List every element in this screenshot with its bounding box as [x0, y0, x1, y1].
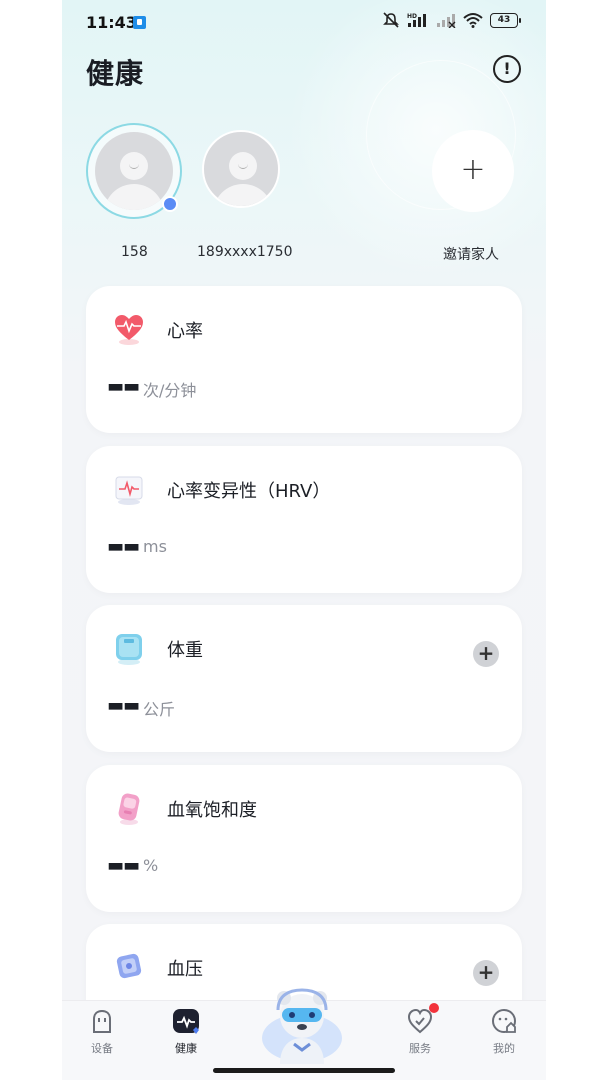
avatar: [202, 130, 280, 208]
service-badge-dot: [429, 1003, 439, 1013]
health-screen: 11:43 HD 43 健康 ! 158 189xxxx1750 + 邀请家人 …: [62, 0, 546, 1080]
status-bar: 11:43 HD 43: [62, 0, 546, 44]
health-icon: [173, 1009, 199, 1034]
tab-label: 服务: [409, 1042, 431, 1055]
battery-icon: 43: [490, 12, 521, 28]
plus-icon: +: [460, 152, 486, 187]
mute-icon: [383, 12, 399, 28]
invite-family-button[interactable]: +: [432, 130, 514, 212]
add-blood-pressure-button[interactable]: +: [473, 960, 499, 986]
member-avatar[interactable]: [202, 130, 280, 208]
avatar-body: [104, 184, 164, 210]
wifi-icon: [463, 13, 483, 28]
member-name[interactable]: 189xxxx1750: [197, 244, 293, 260]
card-unit: ms: [143, 537, 167, 556]
avatar: [95, 132, 173, 210]
card-value: ▬▬: [107, 376, 140, 397]
heart-rate-icon: [115, 315, 143, 345]
blood-pressure-icon: [116, 953, 142, 979]
avatar-body: [213, 184, 273, 206]
signal-icon: [437, 14, 456, 28]
tab-service[interactable]: 服务: [390, 1007, 450, 1056]
page-title: 健康: [86, 57, 145, 90]
card-value: ▬▬: [107, 536, 140, 557]
home-indicator[interactable]: [213, 1068, 395, 1073]
tab-device[interactable]: 设备: [72, 1007, 132, 1056]
invite-family-label[interactable]: 邀请家人: [443, 244, 499, 264]
card-title: 心率: [167, 321, 203, 342]
hrv-icon: [115, 476, 143, 505]
status-time: 11:43: [86, 13, 137, 32]
svg-text:HD: HD: [407, 13, 417, 20]
hrv-card[interactable]: 心率变异性（HRV） ▬▬ ms: [86, 446, 522, 593]
selected-indicator: [162, 196, 178, 212]
hd-signal-icon: HD: [407, 13, 426, 27]
card-title: 血压: [167, 959, 203, 980]
weight-scale-icon: [116, 634, 142, 665]
add-weight-button[interactable]: +: [473, 641, 499, 667]
profile-icon: [492, 1009, 516, 1033]
tab-label: 设备: [91, 1042, 113, 1055]
blood-oxygen-card[interactable]: 血氧饱和度 ▬▬ %: [86, 765, 522, 912]
blood-oxygen-icon: [118, 793, 140, 825]
status-icons: HD 43: [382, 12, 521, 28]
card-title: 心率变异性（HRV）: [167, 481, 331, 502]
device-icon: [93, 1009, 111, 1033]
assistant-mascot-button[interactable]: [260, 980, 344, 1064]
heart-rate-card[interactable]: 心率 ▬▬ 次/分钟: [86, 286, 522, 433]
info-icon[interactable]: !: [493, 55, 521, 83]
weight-card[interactable]: 体重 + ▬▬ 公斤: [86, 605, 522, 752]
card-title: 体重: [167, 640, 203, 661]
tab-health[interactable]: 健康: [156, 1007, 216, 1056]
member-name[interactable]: 158: [121, 244, 148, 260]
card-unit: 公斤: [143, 700, 176, 719]
member-avatar-selected[interactable]: [86, 123, 182, 219]
card-value: ▬▬: [107, 695, 140, 716]
card-unit: %: [143, 856, 159, 875]
card-value: ▬▬: [107, 855, 140, 876]
tab-mine[interactable]: 我的: [474, 1007, 534, 1056]
card-title: 血氧饱和度: [167, 800, 257, 821]
tab-label: 我的: [493, 1042, 515, 1055]
notification-icon: [133, 16, 146, 29]
tab-label: 健康: [175, 1042, 197, 1055]
card-unit: 次/分钟: [143, 381, 197, 400]
